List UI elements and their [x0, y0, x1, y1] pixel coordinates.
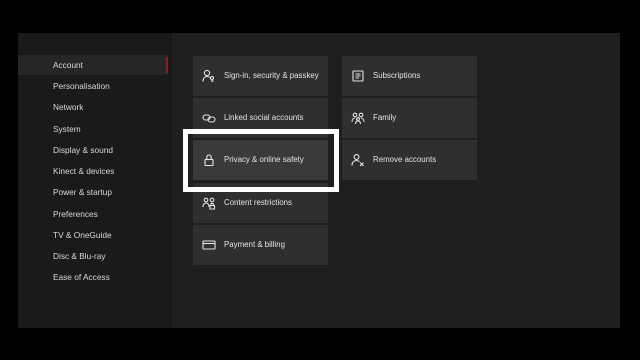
sidebar-item-label: Display & sound — [53, 145, 113, 155]
tile-payment-billing[interactable]: Payment & billing — [193, 225, 328, 265]
tile-linked-social-accounts[interactable]: Linked social accounts — [193, 98, 328, 138]
tile-sign-in-security[interactable]: Sign-in, security & passkey — [193, 56, 328, 96]
sidebar-item-network[interactable]: Network — [18, 97, 168, 117]
sidebar-item-label: TV & OneGuide — [53, 230, 112, 240]
family-restriction-icon — [202, 196, 216, 210]
sidebar-item-label: Account — [53, 60, 83, 70]
sidebar-item-personalisation[interactable]: Personalisation — [18, 76, 168, 96]
tile-remove-accounts[interactable]: Remove accounts — [342, 140, 477, 180]
tile-content-restrictions[interactable]: Content restrictions — [193, 183, 328, 223]
person-key-icon — [202, 69, 216, 83]
sidebar-item-display-sound[interactable]: Display & sound — [18, 140, 168, 160]
sidebar-item-label: System — [53, 124, 81, 134]
credit-card-icon — [202, 238, 216, 252]
sidebar-item-label: Network — [53, 102, 84, 112]
sidebar-item-label: Kinect & devices — [53, 166, 115, 176]
tile-label: Sign-in, security & passkey — [224, 71, 319, 80]
settings-screen: Account Personalisation Network System D… — [18, 33, 620, 328]
remove-person-icon — [351, 153, 365, 167]
sidebar-item-preferences[interactable]: Preferences — [18, 204, 168, 224]
tile-label: Remove accounts — [373, 155, 437, 164]
family-icon — [351, 111, 365, 125]
sidebar-item-label: Preferences — [53, 209, 98, 219]
sidebar-item-label: Disc & Blu-ray — [53, 251, 106, 261]
tile-label: Content restrictions — [224, 198, 292, 207]
sidebar-item-tv-oneguide[interactable]: TV & OneGuide — [18, 225, 168, 245]
sidebar: Account Personalisation Network System D… — [18, 33, 170, 328]
sidebar-item-label: Personalisation — [53, 81, 110, 91]
sidebar-item-label: Power & startup — [53, 187, 113, 197]
tile-label: Privacy & online safety — [224, 155, 304, 164]
tile-subscriptions[interactable]: Subscriptions — [342, 56, 477, 96]
tile-label: Subscriptions — [373, 71, 421, 80]
sidebar-divider — [170, 33, 171, 328]
sidebar-item-system[interactable]: System — [18, 119, 168, 139]
sidebar-item-ease-of-access[interactable]: Ease of Access — [18, 267, 168, 287]
sidebar-item-kinect-devices[interactable]: Kinect & devices — [18, 161, 168, 181]
tile-label: Payment & billing — [224, 240, 285, 249]
sidebar-item-account[interactable]: Account — [18, 55, 168, 75]
tile-label: Linked social accounts — [224, 113, 304, 122]
tile-family[interactable]: Family — [342, 98, 477, 138]
subscriptions-icon — [351, 69, 365, 83]
sidebar-item-disc-bluray[interactable]: Disc & Blu-ray — [18, 246, 168, 266]
tile-privacy-online-safety[interactable]: Privacy & online safety — [193, 140, 328, 180]
link-icon — [202, 111, 216, 125]
tile-label: Family — [373, 113, 397, 122]
sidebar-item-power-startup[interactable]: Power & startup — [18, 182, 168, 202]
selection-indicator — [166, 57, 168, 73]
lock-icon — [202, 153, 216, 167]
sidebar-item-label: Ease of Access — [53, 272, 110, 282]
